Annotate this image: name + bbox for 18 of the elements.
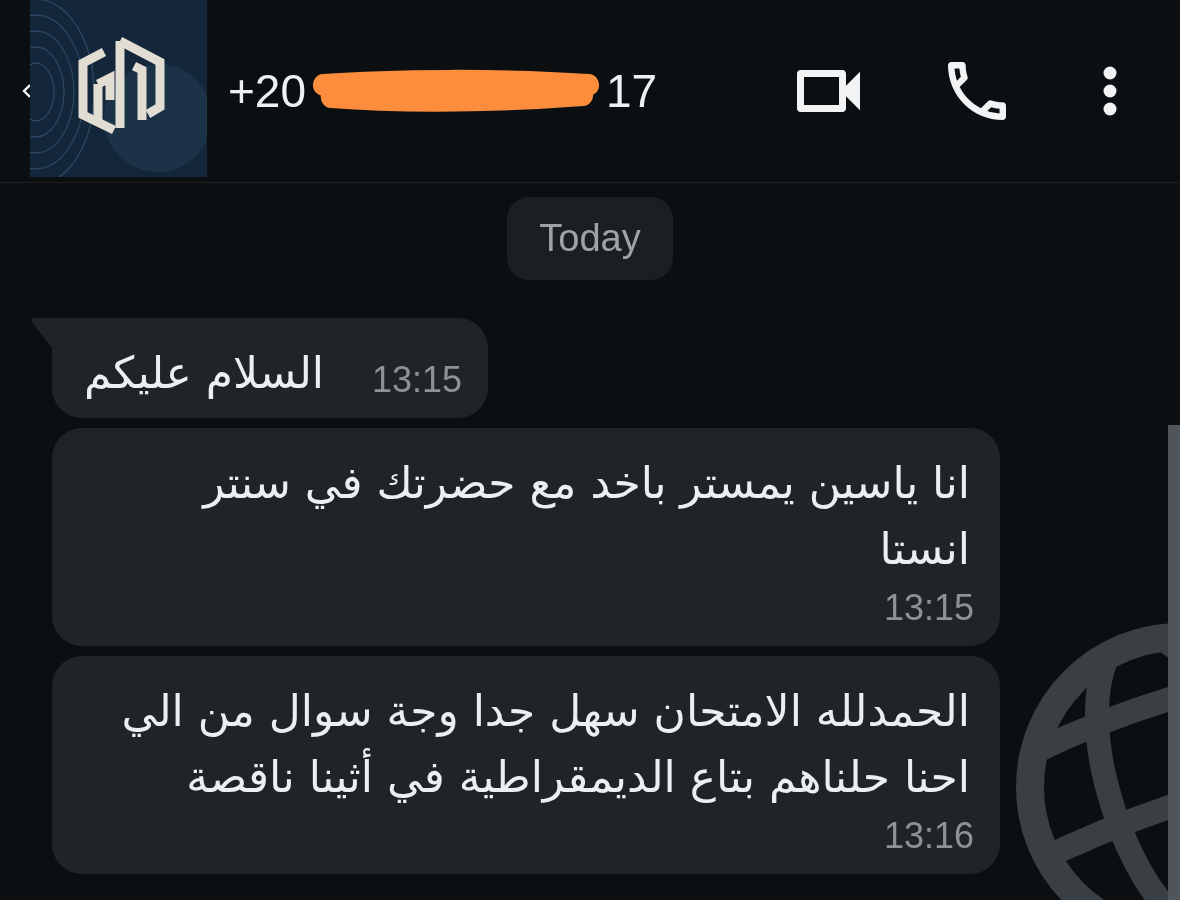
message-time: 13:15: [883, 586, 974, 630]
back-button[interactable]: [22, 83, 30, 99]
more-vertical-icon: [1103, 66, 1117, 116]
date-chip: Today: [507, 197, 673, 280]
edge-handle[interactable]: [1168, 425, 1180, 900]
avatar-logo[interactable]: [30, 0, 207, 177]
message-time: 13:15: [372, 358, 463, 402]
message-text: السلام عليكم: [84, 346, 325, 401]
video-camera-icon: [797, 68, 860, 114]
more-options-button[interactable]: [1103, 66, 1117, 116]
message-text: الحمدلله الامتحان سهل جدا وجة سوال من الي احنا حلناهم بتاع الديمقراطية في أثينا ناقصة: [120, 684, 970, 805]
voice-call-button[interactable]: [948, 62, 1006, 120]
video-call-button[interactable]: [797, 68, 860, 114]
contact-number[interactable]: 17: [606, 63, 658, 119]
message-text: انا ياسين يمستر باخد مع حضرتك في سنتر انستا: [200, 456, 970, 576]
message-time: 13:16: [883, 814, 974, 858]
phone-icon: [948, 62, 1006, 120]
contact-number[interactable]: +20: [228, 63, 307, 119]
